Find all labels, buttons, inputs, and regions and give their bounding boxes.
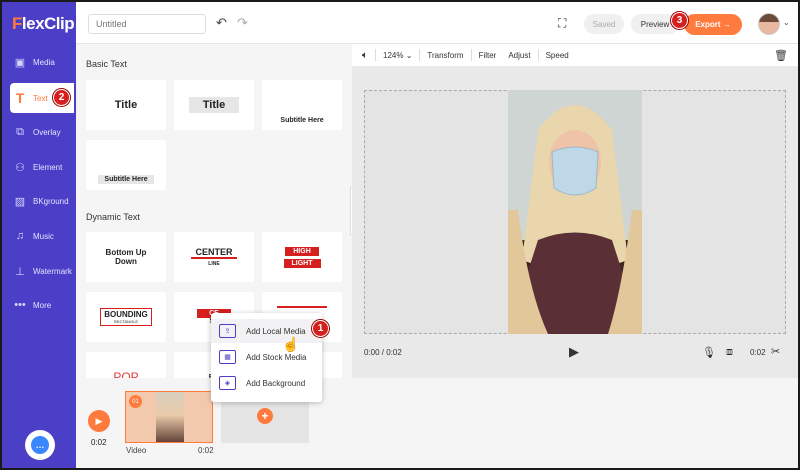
more-icon: ••• xyxy=(14,299,26,311)
text-template-title[interactable]: Title xyxy=(86,80,166,130)
video-frame[interactable] xyxy=(508,90,642,334)
timeline-play-button[interactable]: ▶ xyxy=(88,410,110,432)
menu-item-add-local-media[interactable]: ⇪ Add Local Media xyxy=(211,319,322,343)
overlay-icon: ⧉ xyxy=(16,125,24,138)
flexclip-logo[interactable]: FlexClip xyxy=(12,14,75,34)
fullscreen-icon[interactable]: ⛶ xyxy=(558,16,566,31)
divider xyxy=(537,49,539,61)
undo-icon[interactable]: ↶ xyxy=(216,15,227,31)
project-title-input[interactable] xyxy=(88,14,206,34)
dynamic-template-bottom-up[interactable]: Bottom Up Down xyxy=(86,232,166,282)
divider xyxy=(375,49,376,61)
dynamic-template-highlight[interactable]: HIGH LIGHT xyxy=(262,232,342,282)
bounding-rectangle: BOUNDING RECTANGLE xyxy=(100,308,152,326)
canvas-area: 0:00 / 0:02 ▶ 🎙︎ ⧈ 0:02 ✂ xyxy=(352,66,798,378)
sidebar-item-more[interactable]: ••• More xyxy=(2,290,76,320)
text-template-subtitle[interactable]: Subtitle Here xyxy=(262,80,342,130)
clip-thumbnail xyxy=(156,392,184,442)
menu-item-add-stock-media[interactable]: ▦ Add Stock Media xyxy=(211,345,322,369)
step-badge-1: 1 xyxy=(312,320,329,337)
divider xyxy=(470,49,472,61)
line-decoration xyxy=(277,306,327,308)
sidebar-item-element[interactable]: ⚇ Element xyxy=(2,152,76,182)
play-icon: ▶ xyxy=(95,415,103,426)
sidebar-item-overlay[interactable]: ⧉ Overlay xyxy=(2,117,76,147)
background-icon: ▨ xyxy=(14,195,26,208)
topbar: ↶ ↷ ⛶ Saved Preview Export → ⌄ xyxy=(76,2,798,44)
sidebar-item-music[interactable]: ♫ Music xyxy=(2,221,76,251)
text-template-title-boxed[interactable]: Title xyxy=(174,80,254,130)
avatar[interactable] xyxy=(758,13,780,35)
sidebar-item-background[interactable]: ▨ BKground xyxy=(2,186,76,216)
chat-icon: … xyxy=(31,436,49,454)
add-media-menu: ⇪ Add Local Media ▦ Add Stock Media ◈ Add B… xyxy=(211,313,322,402)
upload-icon: ⇪ xyxy=(219,324,236,338)
speed-button[interactable]: Speed xyxy=(546,51,569,60)
clip-label: Video xyxy=(126,446,147,455)
adjust-button[interactable]: Adjust xyxy=(508,51,530,60)
dynamic-template-center-line[interactable]: CENTER LINE xyxy=(174,232,254,282)
export-button[interactable]: Export → xyxy=(684,14,742,35)
store-icon: ▦ xyxy=(219,350,236,364)
player-controls: 0:00 / 0:02 ▶ 🎙︎ ⧈ 0:02 ✂ xyxy=(352,336,798,368)
watermark-icon: ⊥ xyxy=(15,265,25,278)
redo-icon[interactable]: ↷ xyxy=(237,15,248,31)
dynamic-text-heading: Dynamic Text xyxy=(86,212,140,222)
zoom-select[interactable]: 124% ⌄ xyxy=(383,51,412,60)
chevron-down-icon[interactable]: ⌄ xyxy=(783,18,790,27)
trash-icon[interactable]: 🗑︎ xyxy=(774,49,788,62)
hand-cursor-icon: ☝ xyxy=(282,336,300,352)
add-scene-button[interactable]: + xyxy=(257,408,273,424)
text-icon: T xyxy=(15,90,25,106)
clip-duration: 0:02 xyxy=(198,446,214,455)
woman-with-mask-image xyxy=(508,90,642,334)
sidebar-item-media[interactable]: ▣ Media xyxy=(2,47,76,77)
fill-icon: ◈ xyxy=(219,376,236,390)
transform-button[interactable]: Transform xyxy=(427,51,463,60)
duration: 0:02 xyxy=(750,348,766,357)
basic-text-heading: Basic Text xyxy=(86,59,127,69)
menu-item-add-background[interactable]: ◈ Add Background xyxy=(211,371,322,395)
scissors-icon[interactable]: ✂ xyxy=(771,345,780,358)
clip-number: 01 xyxy=(129,395,142,408)
split-icon[interactable]: ⧈ xyxy=(726,346,733,359)
filter-button[interactable]: Filter xyxy=(479,51,497,60)
play-icon[interactable]: ▶ xyxy=(569,344,579,360)
app-window: FlexClip ▣ Media T Text ⧉ Overlay ⚇ Element … xyxy=(0,0,800,470)
media-icon: ▣ xyxy=(14,56,26,69)
step-badge-2: 2 xyxy=(53,89,70,106)
divider xyxy=(419,49,421,61)
music-icon: ♫ xyxy=(15,230,25,242)
volume-icon[interactable]: 🔈︎ xyxy=(362,50,368,61)
text-template-subtitle-boxed[interactable]: Subtitle Here xyxy=(86,140,166,190)
sidebar-item-watermark[interactable]: ⊥ Watermark xyxy=(2,256,76,286)
microphone-icon[interactable]: 🎙︎ xyxy=(702,346,716,359)
editor-toolbar: 🔈︎ 124% ⌄ Transform Filter Adjust Speed … xyxy=(352,44,798,66)
timeline-clip[interactable]: 01 xyxy=(125,391,213,443)
timeline-time: 0:02 xyxy=(91,438,107,447)
video-stage[interactable] xyxy=(364,90,786,334)
saved-button: Saved xyxy=(584,14,624,34)
current-time: 0:00 / 0:02 xyxy=(364,348,402,357)
element-icon: ⚇ xyxy=(15,161,25,174)
chat-button[interactable]: … xyxy=(25,430,55,460)
sidebar: FlexClip ▣ Media T Text ⧉ Overlay ⚇ Element … xyxy=(2,2,76,468)
dynamic-template-bounding[interactable]: BOUNDING RECTANGLE xyxy=(86,292,166,342)
timeline: ▶ 0:02 01 Video 0:02 xyxy=(76,378,798,468)
step-badge-3: 3 xyxy=(671,12,688,29)
dynamic-template-pop[interactable]: POP xyxy=(86,352,166,378)
